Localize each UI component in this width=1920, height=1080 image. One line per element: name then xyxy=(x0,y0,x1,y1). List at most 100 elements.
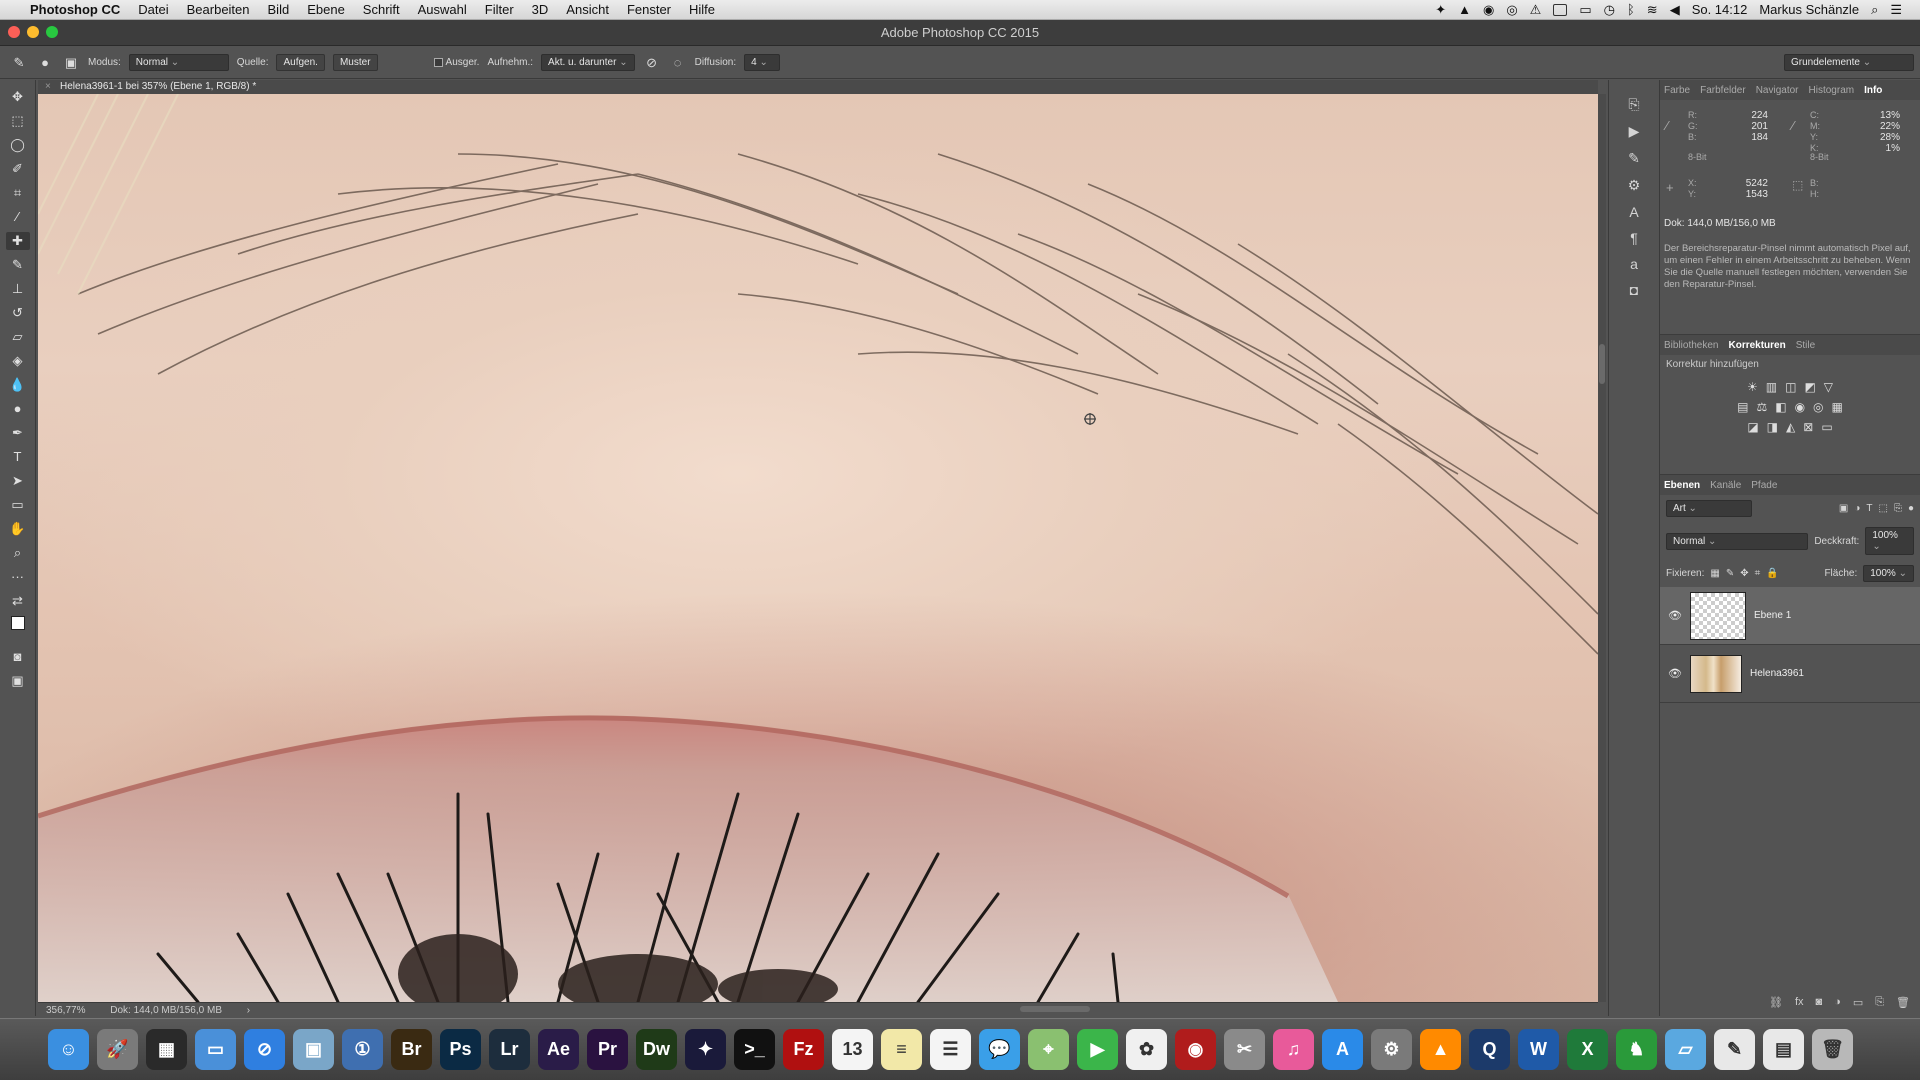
brush-preset-icon[interactable]: ● xyxy=(36,54,54,72)
dock-mission-control-icon[interactable]: ▦ xyxy=(146,1029,187,1070)
document-size[interactable]: Dok: 144,0 MB/156,0 MB xyxy=(110,1005,222,1016)
dock-vlc-icon[interactable]: ▲ xyxy=(1420,1029,1461,1070)
dock-lightroom-icon[interactable]: Lr xyxy=(489,1029,530,1070)
volume-icon[interactable]: ◀ xyxy=(1670,2,1680,18)
exposure-icon[interactable]: ◩ xyxy=(1804,380,1815,394)
path-selection-tool-icon[interactable]: ➤ xyxy=(6,472,30,490)
menu-datei[interactable]: Datei xyxy=(138,2,168,17)
cmyk-eyedropper-icon[interactable]: ⁄ xyxy=(1792,119,1794,132)
tab-korrekturen[interactable]: Korrekturen xyxy=(1728,340,1785,351)
zoom-level[interactable]: 356,77% xyxy=(46,1005,85,1016)
tool-presets-panel-icon[interactable]: ◘ xyxy=(1630,282,1638,298)
posterize-icon[interactable]: ◨ xyxy=(1767,420,1778,434)
filter-shape-icon[interactable]: ⬚ xyxy=(1879,503,1888,514)
zoom-tool-icon[interactable]: ⌕ xyxy=(6,544,30,562)
visibility-eye-icon[interactable]: 👁 xyxy=(1668,609,1682,622)
dock-word-icon[interactable]: W xyxy=(1518,1029,1559,1070)
menu-hilfe[interactable]: Hilfe xyxy=(689,2,715,17)
clock[interactable]: So. 14:12 xyxy=(1692,2,1748,17)
vertical-scrollbar[interactable] xyxy=(1598,94,1606,1002)
hand-tool-icon[interactable]: ✋ xyxy=(6,520,30,538)
opacity-field[interactable]: 100% xyxy=(1865,527,1914,555)
adobe-cc-icon[interactable]: ▲ xyxy=(1458,2,1471,17)
paint-bucket-tool-icon[interactable]: ◈ xyxy=(6,352,30,370)
dock-imovie-icon[interactable]: ✦ xyxy=(685,1029,726,1070)
bluetooth-icon[interactable]: ᛒ xyxy=(1627,2,1635,17)
menu-schrift[interactable]: Schrift xyxy=(363,2,400,17)
character-panel-icon[interactable]: A xyxy=(1629,204,1638,220)
aufnehm-dropdown[interactable]: Akt. u. darunter xyxy=(541,54,635,71)
threshold-icon[interactable]: ◭ xyxy=(1786,420,1795,434)
eraser-tool-icon[interactable]: ▱ xyxy=(6,328,30,346)
vertical-scroll-thumb[interactable] xyxy=(1599,344,1605,384)
swap-colors-icon[interactable]: ⇄ xyxy=(6,592,30,610)
tab-pfade[interactable]: Pfade xyxy=(1751,480,1777,491)
vibrance-icon[interactable]: ▽ xyxy=(1824,380,1833,394)
dock-documents-icon[interactable]: ▤ xyxy=(1763,1029,1804,1070)
dock-premiere-icon[interactable]: Pr xyxy=(587,1029,628,1070)
close-window-icon[interactable] xyxy=(8,26,20,38)
record-icon[interactable]: ◉ xyxy=(1483,2,1494,18)
fill-field[interactable]: 100% xyxy=(1863,565,1914,582)
wifi-icon[interactable]: ≋ xyxy=(1647,2,1658,18)
dock-reminders-icon[interactable]: ☰ xyxy=(930,1029,971,1070)
layer-row-ebene-1[interactable]: 👁 Ebene 1 xyxy=(1660,587,1920,645)
dock-applications-icon[interactable]: ▱ xyxy=(1665,1029,1706,1070)
tab-ebenen[interactable]: Ebenen xyxy=(1664,480,1700,491)
pen-tool-icon[interactable]: ✒ xyxy=(6,424,30,442)
layer-style-icon[interactable]: fx xyxy=(1795,996,1804,1014)
color-balance-icon[interactable]: ⚖ xyxy=(1756,400,1767,414)
marquee-tool-icon[interactable]: ⬚ xyxy=(6,112,30,130)
menu-ebene[interactable]: Ebene xyxy=(307,2,345,17)
healing-brush-tool-icon[interactable]: ✚ xyxy=(5,232,30,250)
new-group-icon[interactable]: ▭ xyxy=(1853,996,1863,1014)
menu-filter[interactable]: Filter xyxy=(485,2,514,17)
actions-panel-icon[interactable]: ▶ xyxy=(1629,123,1640,140)
ausger-checkbox[interactable]: Ausger. xyxy=(433,57,479,68)
diffusion-dropdown[interactable]: 4 xyxy=(744,54,781,71)
quick-mask-icon[interactable]: ◙ xyxy=(6,648,30,666)
dropbox-icon[interactable]: ✦ xyxy=(1435,2,1446,18)
channel-mixer-icon[interactable]: ◎ xyxy=(1813,400,1823,414)
lock-transparency-icon[interactable]: ▦ xyxy=(1710,568,1719,579)
display-icon[interactable] xyxy=(1553,3,1568,16)
dock-dreamweaver-icon[interactable]: Dw xyxy=(636,1029,677,1070)
dock-terminal-icon[interactable]: >_ xyxy=(734,1029,775,1070)
layer-filter-dropdown[interactable]: Art xyxy=(1666,500,1752,517)
eye-icon[interactable]: ◎ xyxy=(1506,2,1517,18)
new-layer-icon[interactable]: ⎘ xyxy=(1875,996,1884,1014)
adjustment-layer-icon[interactable]: ◑ xyxy=(1834,996,1841,1014)
tab-farbfelder[interactable]: Farbfelder xyxy=(1700,85,1746,96)
dock-messages-icon[interactable]: 💬 xyxy=(979,1029,1020,1070)
canvas[interactable] xyxy=(38,94,1598,1002)
menu-auswahl[interactable]: Auswahl xyxy=(418,2,467,17)
history-panel-icon[interactable]: ⎘ xyxy=(1628,96,1639,113)
lasso-tool-icon[interactable]: ◯ xyxy=(6,136,30,154)
dock-finder-icon[interactable]: ☺ xyxy=(48,1029,89,1070)
zoom-window-icon[interactable] xyxy=(46,26,58,38)
photo-filter-icon[interactable]: ◉ xyxy=(1795,400,1805,414)
crop-tool-icon[interactable]: ⌗ xyxy=(6,184,30,202)
muster-button[interactable]: Muster xyxy=(332,54,378,71)
brush-tool-icon[interactable]: ✎ xyxy=(6,256,30,274)
screen-mode-icon[interactable]: ▣ xyxy=(6,672,30,690)
tab-navigator[interactable]: Navigator xyxy=(1756,85,1799,96)
foreground-background-color-icon[interactable] xyxy=(6,616,30,642)
brightness-icon[interactable]: ☀ xyxy=(1747,380,1758,394)
blur-tool-icon[interactable]: 💧 xyxy=(6,376,30,394)
dock-itunes-icon[interactable]: ♫ xyxy=(1273,1029,1314,1070)
hue-saturation-icon[interactable]: ▤ xyxy=(1737,400,1748,414)
dodge-tool-icon[interactable]: ● xyxy=(6,400,30,418)
dock-bridge-icon[interactable]: Br xyxy=(391,1029,432,1070)
black-white-icon[interactable]: ◧ xyxy=(1775,400,1786,414)
workspace-dropdown[interactable]: Grundelemente xyxy=(1784,54,1914,71)
tab-bibliotheken[interactable]: Bibliotheken xyxy=(1664,340,1718,351)
close-document-icon[interactable]: × xyxy=(45,80,51,94)
minimize-window-icon[interactable] xyxy=(27,26,39,38)
dock-after-effects-icon[interactable]: Ae xyxy=(538,1029,579,1070)
clone-stamp-tool-icon[interactable]: ⊥ xyxy=(6,280,30,298)
lock-position-icon[interactable]: ✥ xyxy=(1740,568,1748,579)
move-tool-icon[interactable]: ✥ xyxy=(6,88,30,106)
warning-icon[interactable]: ⚠ xyxy=(1530,2,1542,18)
layer-mask-icon[interactable]: ◙ xyxy=(1816,996,1823,1014)
